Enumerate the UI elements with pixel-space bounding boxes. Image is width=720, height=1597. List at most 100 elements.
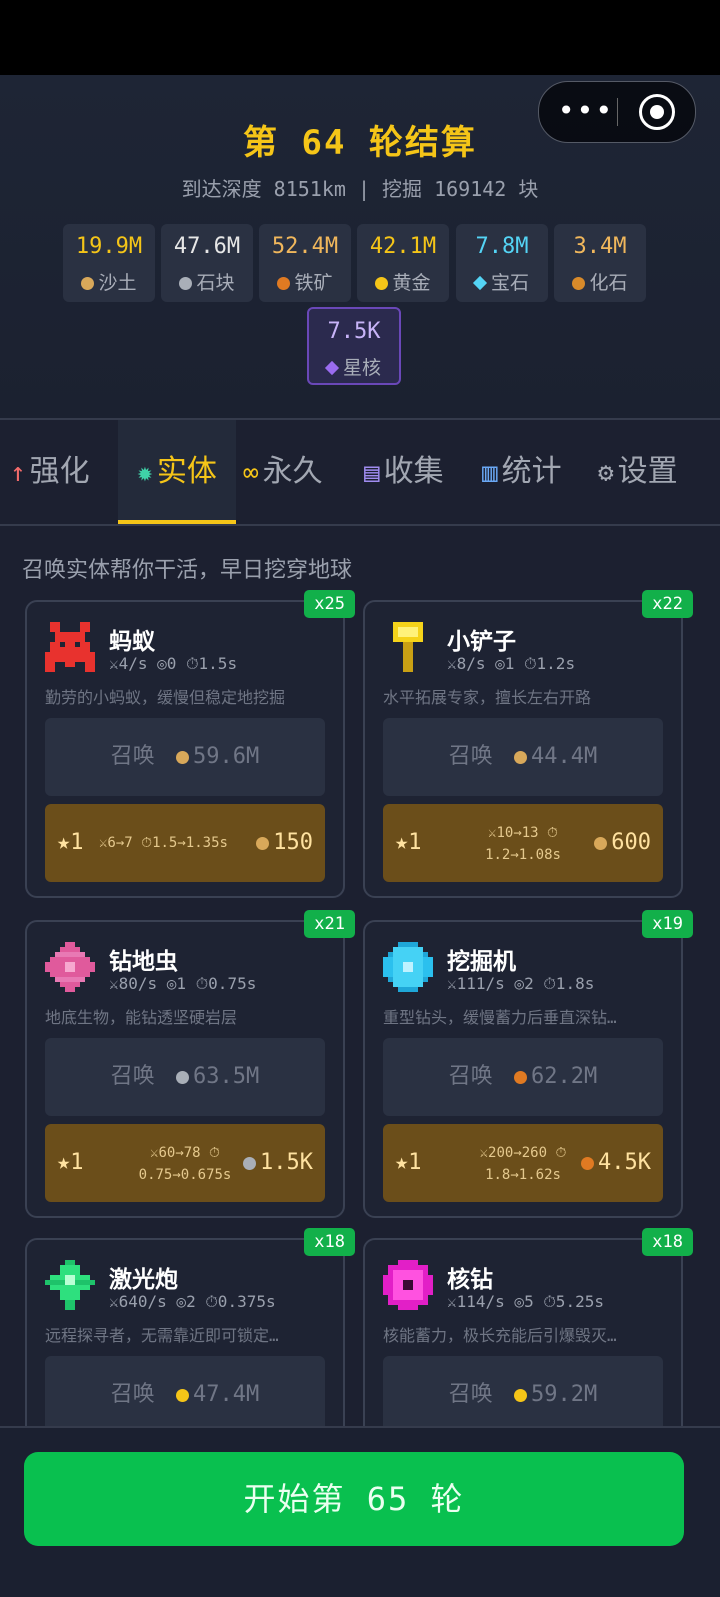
resource-stone: 47.6M 石块	[161, 224, 253, 302]
summon-cost: 62.2M	[531, 1064, 598, 1089]
more-icon[interactable]: •••	[557, 92, 615, 132]
entity-desc: 核能蓄力，极长充能后引爆毁灭…	[383, 1326, 617, 1345]
footer-bar: 开始第 65 轮	[0, 1426, 720, 1597]
tab-label: 强化	[29, 454, 90, 489]
count-badge: x22	[642, 590, 693, 618]
upgrade-detail-line2: 1.2→1.08s	[485, 847, 561, 863]
entity-name: 钻地虫	[109, 949, 178, 975]
entity-name: 核钻	[447, 1267, 493, 1293]
tab-upgrade[interactable]: ↑ 强化	[10, 420, 118, 524]
gear-icon: ⚙	[598, 458, 614, 488]
resource-value: 19.9M	[75, 234, 143, 259]
ant-sprite-icon	[45, 622, 95, 672]
summon-button[interactable]: 召唤 63.5M	[45, 1038, 325, 1116]
resource-label: 石块	[196, 272, 235, 294]
entity-stats: ⚔111/s ◎2 ⏱1.8s	[447, 974, 595, 993]
entity-stats: ⚔640/s ◎2 ⏱0.375s	[109, 1292, 276, 1311]
upgrade-level: ★1	[57, 1150, 84, 1175]
resource-sand: 19.9M 沙土	[63, 224, 155, 302]
summon-button[interactable]: 召唤 47.4M	[45, 1356, 325, 1434]
mini-program-capsule: •••	[538, 81, 696, 143]
arrow-up-icon: ↑	[10, 458, 26, 488]
upgrade-detail-line1: ⚔10→13 ⏱	[488, 825, 558, 841]
laser-sprite-icon	[45, 1260, 95, 1310]
tab-entity[interactable]: ✹ 实体	[118, 420, 236, 524]
summon-cost: 59.6M	[193, 744, 260, 769]
capsule-divider	[617, 98, 618, 126]
summon-button[interactable]: 召唤 59.6M	[45, 718, 325, 796]
resource-iron: 52.4M 铁矿	[259, 224, 351, 302]
summon-cost: 44.4M	[531, 744, 598, 769]
upgrade-button[interactable]: ★1 ⚔60→78 ⏱ 0.75→0.675s 1.5K	[45, 1124, 325, 1202]
upgrade-detail-line1: ⚔60→78 ⏱	[150, 1145, 220, 1161]
resource-fossil: 3.4M 化石	[554, 224, 646, 302]
tab-label: 统计	[501, 454, 562, 489]
tab-settings[interactable]: ⚙ 设置	[598, 420, 716, 524]
stone-icon	[243, 1157, 257, 1170]
upgrade-detail: ⚔6→7 ⏱1.5→1.35s	[99, 835, 228, 851]
gold-icon	[176, 1389, 190, 1402]
bar-chart-icon: ▥	[482, 458, 498, 488]
tab-collection[interactable]: ▤ 收集	[364, 420, 474, 524]
resource-label: 黄金	[392, 272, 431, 294]
upgrade-cost: 4.5K	[598, 1150, 651, 1175]
summon-button[interactable]: 召唤 44.4M	[383, 718, 663, 796]
count-badge: x25	[304, 590, 355, 618]
gear-entity-icon: ✹	[137, 458, 153, 488]
gold-icon	[514, 1389, 528, 1402]
upgrade-button[interactable]: ★1 ⚔10→13 ⏱ 1.2→1.08s 600	[383, 804, 663, 882]
summon-button[interactable]: 召唤 59.2M	[383, 1356, 663, 1434]
sand-icon	[256, 837, 270, 850]
entity-name: 挖掘机	[447, 949, 516, 975]
summon-button[interactable]: 召唤 62.2M	[383, 1038, 663, 1116]
upgrade-button[interactable]: ★1 ⚔6→7 ⏱1.5→1.35s 150	[45, 804, 325, 882]
sand-icon	[514, 751, 528, 764]
summon-label: 召唤	[110, 1382, 155, 1407]
summon-cost: 63.5M	[193, 1064, 260, 1089]
sand-icon	[176, 751, 190, 764]
entity-card-excavator: x19 挖掘机 ⚔111/s ◎2 ⏱1.8s 重型钻头，缓慢蓄力后垂直深钻… …	[363, 910, 693, 1218]
entity-desc: 重型钻头，缓慢蓄力后垂直深钻…	[383, 1008, 617, 1027]
entity-card-ant: x25 蚂蚁 ⚔4/s ◎0 ⏱1.5s 勤劳的小蚂蚁，缓慢但稳定地挖掘 召唤 …	[25, 590, 355, 898]
start-next-round-button[interactable]: 开始第 65 轮	[24, 1452, 684, 1546]
summon-label: 召唤	[110, 1064, 155, 1089]
entity-card-borer: x21 钻地虫 ⚔80/s ◎1 ⏱0.75s 地底生物，能钻透坚硬岩层 召唤 …	[25, 910, 355, 1218]
entity-desc: 地底生物，能钻透坚硬岩层	[45, 1008, 238, 1027]
sand-icon	[81, 277, 95, 290]
resource-gem: 7.8M 宝石	[456, 224, 548, 302]
entity-name: 蚂蚁	[109, 629, 155, 655]
entity-desc: 勤劳的小蚂蚁，缓慢但稳定地挖掘	[45, 688, 286, 707]
gem-icon	[472, 275, 488, 291]
entity-stats: ⚔4/s ◎0 ⏱1.5s	[109, 654, 238, 673]
upgrade-detail-line1: ⚔200→260 ⏱	[479, 1145, 567, 1161]
nuclear-drill-sprite-icon	[383, 1260, 433, 1310]
list-icon: ▤	[364, 458, 380, 488]
resource-label: 沙土	[98, 272, 137, 294]
iron-ore-icon	[277, 277, 291, 290]
close-target-icon[interactable]	[639, 94, 675, 130]
borer-sprite-icon	[45, 942, 95, 992]
entity-desc: 水平拓展专家，擅长左右开路	[383, 688, 592, 707]
shovel-sprite-icon	[393, 622, 423, 672]
tab-label: 收集	[383, 454, 444, 489]
tab-bar: ↑ 强化 ✹ 实体 ∞ 永久 ▤ 收集 ▥ 统计 ⚙ 设置	[0, 420, 720, 526]
summon-cost: 47.4M	[193, 1382, 260, 1407]
round-subtitle: 到达深度 8151km | 挖掘 169142 块	[181, 177, 539, 201]
summon-label: 召唤	[448, 1064, 493, 1089]
count-badge: x18	[304, 1228, 355, 1256]
tab-stats[interactable]: ▥ 统计	[482, 420, 592, 524]
stone-icon	[179, 277, 193, 290]
tab-permanent[interactable]: ∞ 永久	[243, 420, 353, 524]
upgrade-level: ★1	[395, 830, 422, 855]
resource-gold: 42.1M 黄金	[357, 224, 449, 302]
count-badge: x18	[642, 1228, 693, 1256]
summon-label: 召唤	[110, 744, 155, 769]
status-bar	[0, 0, 720, 75]
resource-value: 52.4M	[271, 234, 339, 259]
upgrade-level: ★1	[57, 830, 84, 855]
entity-name: 激光炮	[109, 1267, 178, 1293]
upgrade-button[interactable]: ★1 ⚔200→260 ⏱ 1.8→1.62s 4.5K	[383, 1124, 663, 1202]
infinity-icon: ∞	[243, 458, 259, 488]
iron-ore-icon	[581, 1157, 595, 1170]
star-core-icon	[324, 360, 340, 376]
